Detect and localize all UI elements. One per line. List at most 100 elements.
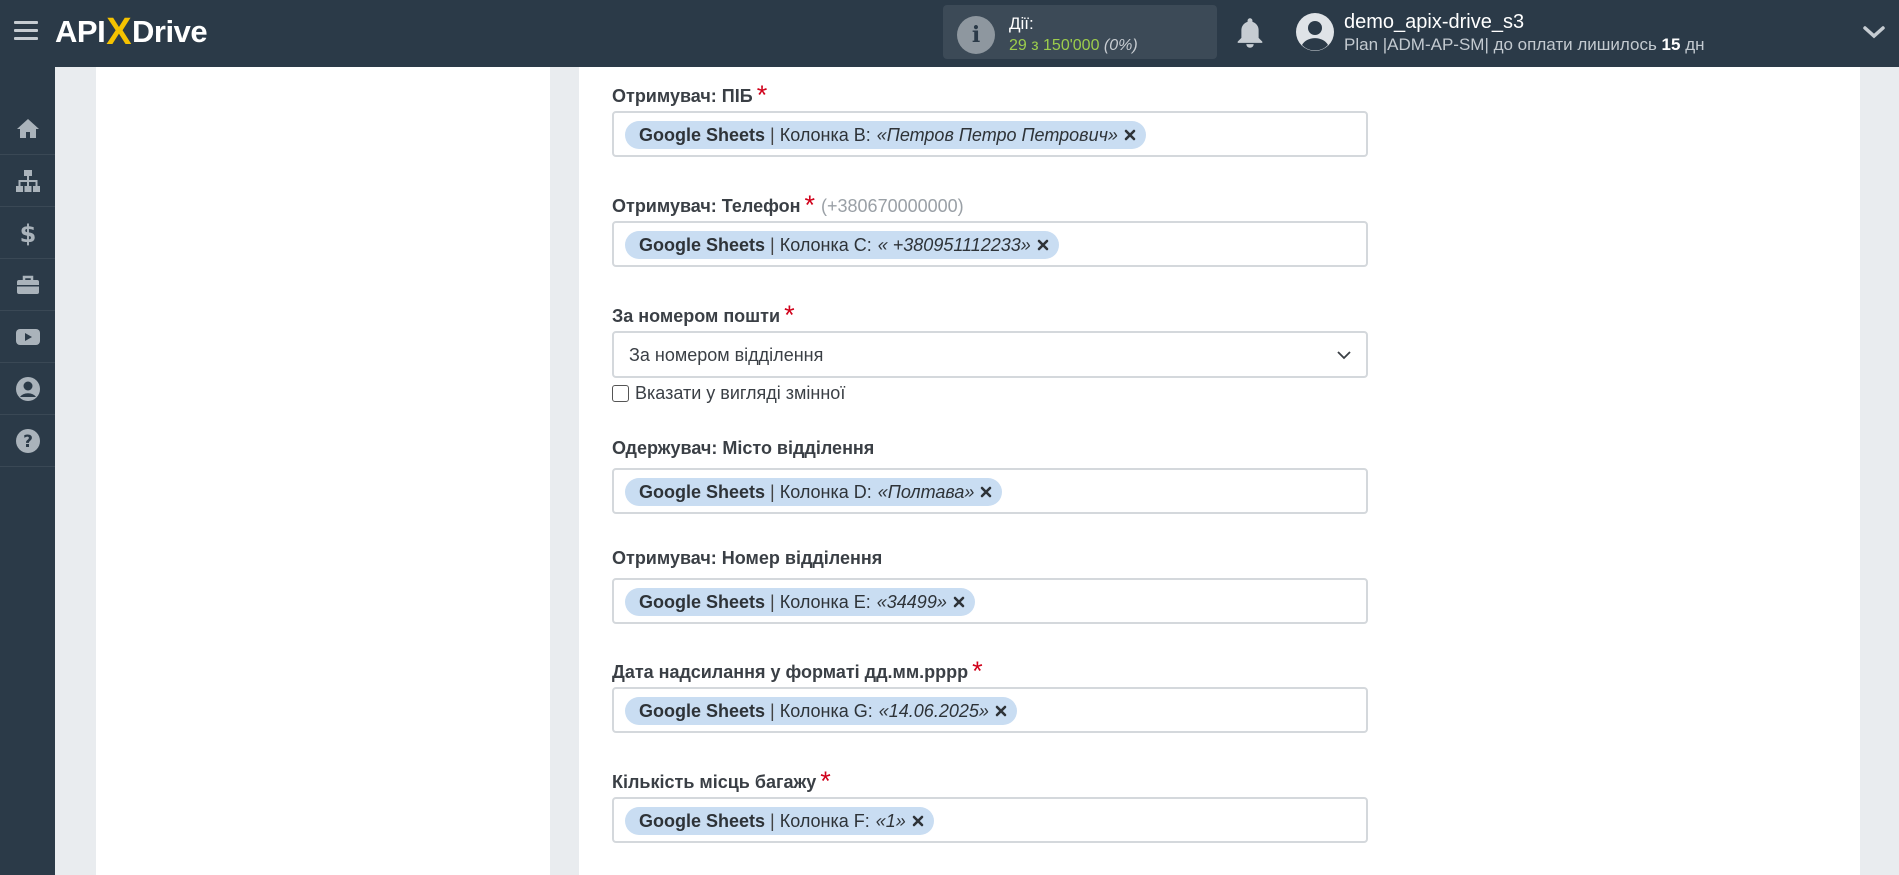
tag-source: Google Sheets: [639, 234, 766, 255]
remove-tag-icon[interactable]: [1037, 239, 1049, 251]
tag-value: «Петров Петро Петрович»: [876, 124, 1118, 145]
field-label-send-date: Дата надсилання у форматі дд.мм.рррр *: [612, 654, 983, 686]
field-label-recipient-city: Одержувач: Місто відділення: [612, 438, 874, 459]
field-label-recipient-name: Отримувач: ПІБ *: [612, 78, 768, 110]
tag-separator: |: [770, 124, 775, 145]
plan-days: 15: [1661, 35, 1681, 54]
hamburger-menu-icon[interactable]: [14, 21, 38, 41]
field-label-text: За номером пошти: [612, 306, 781, 326]
variable-checkbox[interactable]: [612, 385, 629, 402]
svg-text:$: $: [19, 220, 36, 246]
sidebar-item-home[interactable]: [0, 103, 55, 155]
field-label-text: Отримувач: Номер відділення: [612, 548, 883, 568]
tag-separator: |: [770, 700, 775, 721]
sidebar-item-video[interactable]: [0, 311, 55, 363]
tag-value: «34499»: [876, 591, 947, 612]
tag-separator: |: [770, 810, 775, 831]
variable-tag: Google Sheets | Колонка E: «34499»: [625, 588, 975, 616]
post-number-select[interactable]: За номером відділення: [612, 331, 1368, 378]
field-hint: (+380670000000): [821, 196, 964, 216]
checkbox-label[interactable]: Вказати у вигляді змінної: [635, 383, 845, 404]
user-plan: Plan |ADM-AP-SM| до оплати лишилось 15 д…: [1344, 35, 1705, 55]
tag-source: Google Sheets: [639, 124, 766, 145]
logo-text-x: X: [106, 10, 132, 53]
logo-text-api: API: [55, 14, 106, 49]
tag-value: «14.06.2025»: [878, 700, 989, 721]
apixdrive-logo[interactable]: API X Drive: [55, 10, 208, 53]
chevron-down-icon: [1337, 351, 1351, 360]
sidebar-item-account[interactable]: [0, 363, 55, 415]
field-label-text: Дата надсилання у форматі дд.мм.рррр: [612, 662, 969, 682]
required-mark: *: [820, 766, 831, 796]
remove-tag-icon[interactable]: [980, 486, 992, 498]
tag-separator: |: [770, 481, 775, 502]
user-avatar-icon[interactable]: [1296, 13, 1334, 51]
sidebar-item-help[interactable]: ?: [0, 415, 55, 467]
tag-value: «1»: [875, 810, 906, 831]
tag-source: Google Sheets: [639, 810, 766, 831]
top-bar: API X Drive i Дії: 29 з 150'000 (0%) demo_…: [0, 0, 1899, 67]
field-label-text: Кількість місць багажу: [612, 772, 817, 792]
tag-separator: |: [770, 234, 775, 255]
remove-tag-icon[interactable]: [1124, 129, 1136, 141]
recipient-city-field[interactable]: Google Sheets | Колонка D: «Полтава»: [612, 468, 1368, 514]
variable-tag: Google Sheets | Колонка C: « +380951112233»: [625, 231, 1059, 259]
required-mark: *: [972, 656, 983, 686]
actions-percent: (0%): [1103, 37, 1138, 54]
field-label-branch-number: Отримувач: Номер відділення: [612, 548, 882, 569]
actions-count-value: 29 з 150'000: [1009, 37, 1100, 54]
required-mark: *: [756, 80, 768, 110]
variable-checkbox-row: Вказати у вигляді змінної: [612, 383, 845, 404]
tag-column: Колонка E:: [779, 591, 871, 612]
variable-tag: Google Sheets | Колонка B: «Петров Петро Пе…: [625, 121, 1146, 149]
home-icon: [16, 118, 39, 138]
tag-column: Колонка G:: [779, 700, 873, 721]
recipient-name-field[interactable]: Google Sheets | Колонка B: «Петров Петро Пе…: [612, 111, 1368, 157]
info-icon: i: [957, 16, 995, 54]
sitemap-icon: [15, 169, 40, 192]
logo-text-drive: Drive: [132, 14, 208, 49]
plan-prefix: Plan |ADM-AP-SM| до оплати лишилось: [1344, 35, 1662, 54]
send-date-field[interactable]: Google Sheets | Колонка G: «14.06.2025»: [612, 687, 1368, 733]
tag-source: Google Sheets: [639, 700, 766, 721]
dollar-icon: $: [19, 220, 36, 246]
tag-source: Google Sheets: [639, 591, 766, 612]
tag-value: «Полтава»: [877, 481, 975, 502]
select-value: За номером відділення: [629, 345, 824, 365]
youtube-icon: [15, 328, 40, 345]
branch-number-field[interactable]: Google Sheets | Колонка E: «34499»: [612, 578, 1368, 624]
variable-tag: Google Sheets | Колонка G: «14.06.2025»: [625, 697, 1017, 725]
svg-text:?: ?: [23, 432, 33, 452]
field-label-text: Отримувач: Телефон: [612, 196, 801, 216]
recipient-phone-field[interactable]: Google Sheets | Колонка C: « +380951112233»: [612, 221, 1368, 267]
actions-label: Дії:: [1009, 14, 1034, 33]
baggage-count-field[interactable]: Google Sheets | Колонка F: «1»: [612, 797, 1368, 843]
field-label-recipient-phone: Отримувач: Телефон * (+380670000000): [612, 188, 964, 220]
remove-tag-icon[interactable]: [912, 815, 924, 827]
bell-icon[interactable]: [1235, 17, 1265, 49]
tag-source: Google Sheets: [639, 481, 766, 502]
tag-value: « +380951112233»: [877, 234, 1031, 255]
remove-tag-icon[interactable]: [953, 596, 965, 608]
required-mark: *: [804, 190, 816, 220]
field-label-text: Одержувач: Місто відділення: [612, 438, 875, 458]
tag-column: Колонка B:: [779, 124, 871, 145]
tag-separator: |: [770, 591, 775, 612]
field-label-post-number: За номером пошти *: [612, 298, 795, 330]
user-circle-icon: [15, 376, 40, 401]
variable-tag: Google Sheets | Колонка D: «Полтава»: [625, 478, 1003, 506]
user-name[interactable]: demo_apix-drive_s3: [1344, 11, 1524, 34]
field-label-text: Отримувач: ПІБ: [612, 86, 753, 106]
field-label-baggage-count: Кількість місць багажу *: [612, 764, 831, 796]
remove-tag-icon[interactable]: [995, 705, 1007, 717]
chevron-down-icon[interactable]: [1862, 22, 1886, 42]
left-panel: [96, 67, 550, 875]
required-mark: *: [784, 300, 795, 330]
sidebar-item-tools[interactable]: [0, 259, 55, 311]
sidebar-item-connections[interactable]: [0, 155, 55, 207]
actions-counter[interactable]: i Дії: 29 з 150'000 (0%): [943, 5, 1217, 59]
sidebar-item-billing[interactable]: $: [0, 207, 55, 259]
plan-suffix: дн: [1680, 35, 1705, 54]
tag-column: Колонка F:: [779, 810, 870, 831]
variable-tag: Google Sheets | Колонка F: «1»: [625, 807, 934, 835]
